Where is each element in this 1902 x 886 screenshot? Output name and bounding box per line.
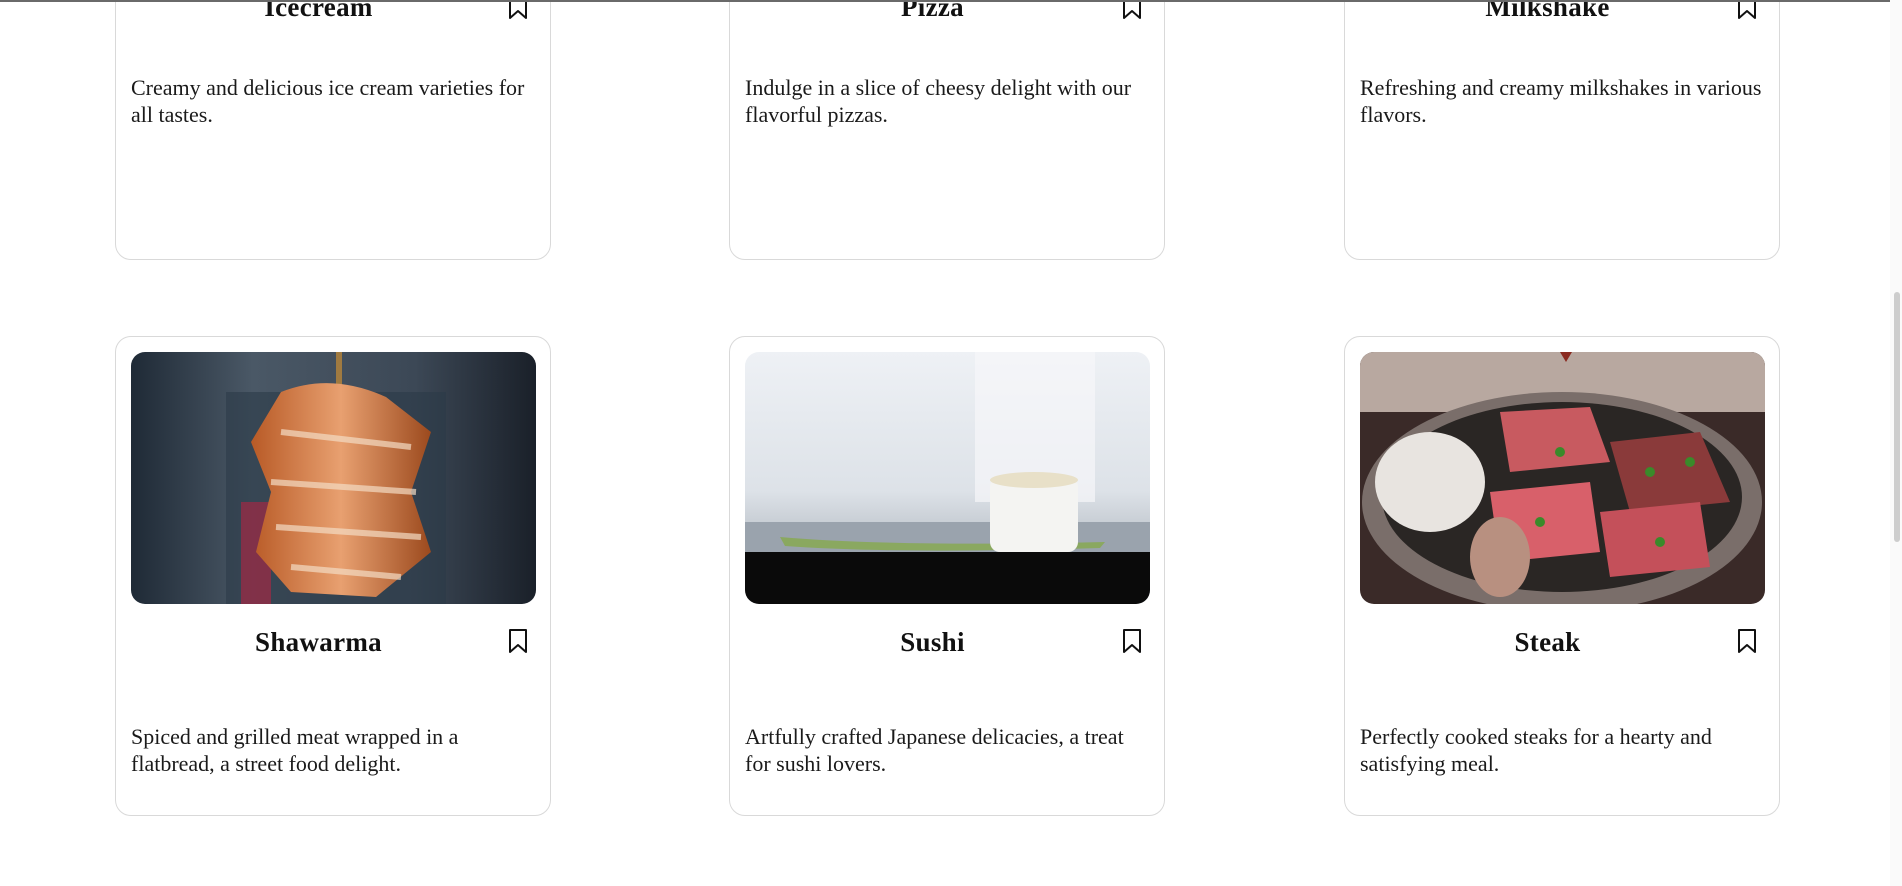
sushi-image <box>745 352 1150 604</box>
card-title: Shawarma <box>255 627 382 657</box>
shawarma-image <box>131 352 536 604</box>
bookmark-icon[interactable] <box>1122 0 1142 20</box>
card-title: Icecream <box>264 0 373 22</box>
scrollbar[interactable] <box>1890 0 1902 886</box>
card-shawarma[interactable]: Shawarma Spiced and grilled meat wrapped… <box>115 336 551 816</box>
steak-image <box>1360 352 1765 604</box>
card-title: Milkshake <box>1485 0 1610 22</box>
card-description: Indulge in a slice of cheesy delight wit… <box>745 75 1132 127</box>
scrollbar-thumb[interactable] <box>1894 292 1900 542</box>
card-milkshake[interactable]: Milkshake Refreshing and creamy milkshak… <box>1344 0 1780 260</box>
card-steak[interactable]: Steak Perfectly cooked steaks for a hear… <box>1344 336 1780 816</box>
bookmark-icon[interactable] <box>1737 0 1757 20</box>
card-description: Creamy and delicious ice cream varieties… <box>131 75 525 127</box>
bookmark-icon[interactable] <box>1737 628 1757 654</box>
top-divider <box>0 0 1902 2</box>
bookmark-icon[interactable] <box>508 628 528 654</box>
card-sushi[interactable]: Sushi Artfully crafted Japanese delicaci… <box>729 336 1165 816</box>
card-description: Artfully crafted Japanese delicacies, a … <box>745 724 1124 776</box>
card-title: Pizza <box>901 0 964 22</box>
card-icecream[interactable]: Icecream Creamy and delicious ice cream … <box>115 0 551 260</box>
card-description: Spiced and grilled meat wrapped in a fla… <box>131 724 459 776</box>
card-grid: Icecream Creamy and delicious ice cream … <box>0 0 1902 886</box>
bookmark-icon[interactable] <box>1122 628 1142 654</box>
bookmark-icon[interactable] <box>508 0 528 20</box>
card-description: Perfectly cooked steaks for a hearty and… <box>1360 724 1712 776</box>
card-pizza[interactable]: Pizza Indulge in a slice of cheesy delig… <box>729 0 1165 260</box>
card-description: Refreshing and creamy milkshakes in vari… <box>1360 75 1762 127</box>
card-title: Sushi <box>900 627 965 657</box>
card-title: Steak <box>1514 627 1581 657</box>
